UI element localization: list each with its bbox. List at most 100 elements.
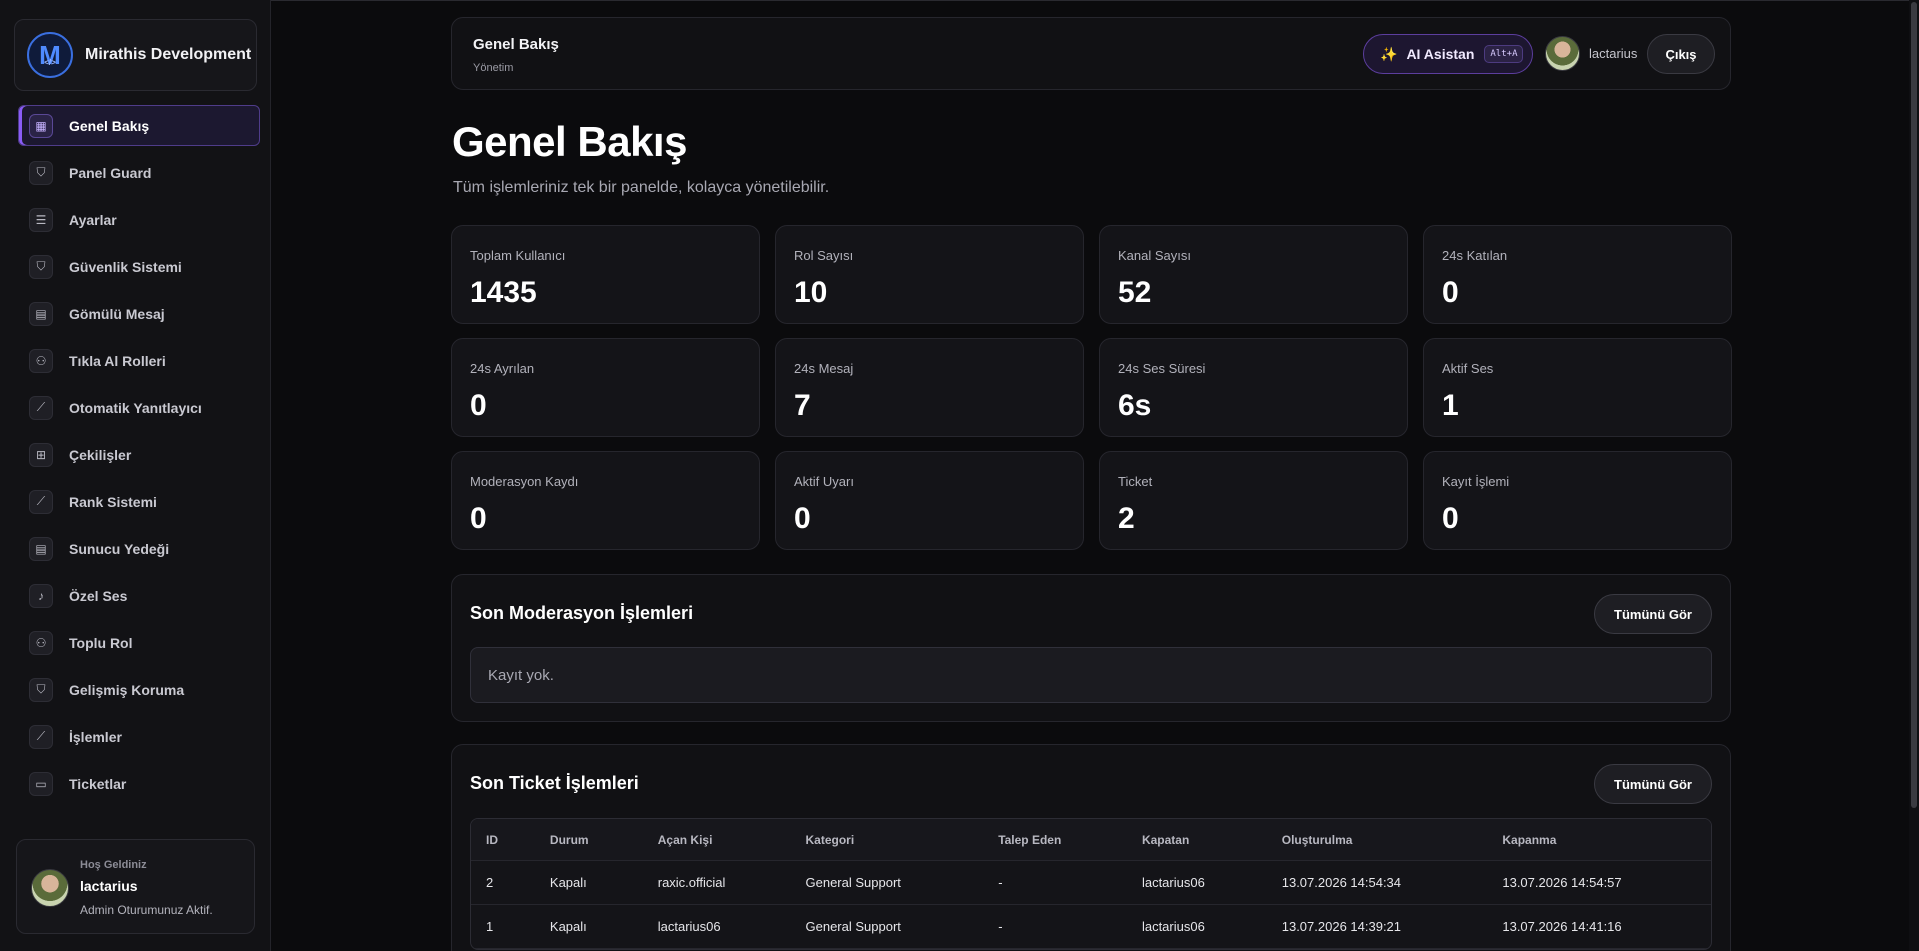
table-cell: 13.07.2026 14:41:16 (1502, 919, 1622, 934)
stat-label: Moderasyon Kaydı (470, 474, 579, 489)
brand-logo-code: </> (44, 58, 56, 67)
moderation-panel: Son Moderasyon İşlemleri Tümünü Gör Kayı… (451, 574, 1731, 722)
table-cell: - (998, 875, 1003, 890)
ai-assistant-label: AI Asistan (1406, 46, 1475, 62)
grid-icon: ▦ (29, 113, 53, 138)
sidebar-item-2[interactable]: ☰ Ayarlar (18, 199, 260, 240)
ai-shortcut-badge: Alt+A (1484, 45, 1524, 63)
table-cell: General Support (805, 919, 901, 934)
sidebar-item-14[interactable]: ▭ Ticketlar (18, 763, 260, 804)
tickets-panel: Son Ticket İşlemleri Tümünü Gör ID Durum A… (451, 744, 1731, 951)
table-header-row: ID Durum Açan Kişi Kategori Talep Eden Kapata… (471, 819, 1711, 861)
table-cell: General Support (805, 875, 901, 890)
ai-assistant-button[interactable]: ✨ AI Asistan Alt+A (1363, 34, 1533, 74)
document-icon: ▤ (29, 536, 53, 561)
welcome-greeting: Hoş Geldiniz (80, 859, 147, 871)
welcome-username: lactarius (80, 878, 138, 894)
stat-value: 0 (470, 502, 487, 535)
stat-value: 52 (1118, 276, 1152, 309)
page-title: Genel Bakış (452, 118, 687, 165)
welcome-card: Hoş Geldiniz lactarius Admin Oturumunuz … (16, 839, 255, 934)
page-description: Tüm işlemleriniz tek bir panelde, kolayc… (453, 179, 830, 196)
sidebar-item-13[interactable]: ⟋ İşlemler (18, 716, 260, 757)
table-cell: 2 (486, 875, 494, 890)
table-cell: Kapalı (549, 919, 587, 934)
sidebar-item-label: Panel Guard (69, 164, 152, 181)
shield-check-icon: ⛉ (29, 677, 53, 702)
stat-label: Kayıt İşlemi (1442, 474, 1510, 489)
table-cell: lactarius06 (1141, 919, 1205, 934)
sidebar-item-0[interactable]: ▦ Genel Bakış (18, 105, 260, 146)
stat-card: 24s Ses Süresi 6s (1099, 338, 1408, 437)
tickets-table: ID Durum Açan Kişi Kategori Talep Eden Kapata… (470, 818, 1712, 950)
logout-button[interactable]: Çıkış (1647, 34, 1715, 74)
table-header-cell[interactable]: ID (471, 833, 535, 847)
stat-value: 0 (794, 502, 811, 535)
avatar (31, 869, 69, 907)
table-header-cell[interactable]: Açan Kişi (643, 833, 791, 847)
stat-value: 10 (794, 276, 828, 309)
stat-card: 24s Katılan 0 (1423, 225, 1732, 324)
sidebar-item-4[interactable]: ▤ Gömülü Mesaj (18, 293, 260, 334)
table-cell: raxic.official (657, 875, 726, 890)
sidebar-item-12[interactable]: ⛉ Gelişmiş Koruma (18, 669, 260, 710)
sidebar-item-6[interactable]: ⟋ Otomatik Yanıtlayıcı (18, 387, 260, 428)
stat-label: Ticket (1118, 474, 1153, 489)
table-row[interactable]: 2 Kapalı raxic.official General Support - lac… (471, 861, 1711, 905)
brand-name: Mirathis Development (85, 46, 252, 63)
sidebar-item-5[interactable]: ⚇ Tıkla Al Rolleri (18, 340, 260, 381)
brand-card[interactable]: M </> Mirathis Development (14, 19, 257, 91)
top-header: Genel Bakış Yönetim ✨ AI Asistan Alt+A l… (451, 17, 1731, 90)
table-header-cell[interactable]: Kategori (791, 833, 984, 847)
chart-line-icon: ⟋ (29, 489, 53, 514)
user-avatar[interactable] (1545, 36, 1580, 71)
sidebar-item-1[interactable]: ⛉ Panel Guard (18, 152, 260, 193)
stat-value: 7 (794, 389, 811, 422)
stats-grid: Toplam Kullanıcı 1435 Rol Sayısı 10 Kanal Sa… (451, 225, 1732, 550)
gift-icon: ⊞ (29, 442, 53, 467)
sidebar-item-11[interactable]: ⚇ Toplu Rol (18, 622, 260, 663)
scrollbar-track[interactable] (1909, 0, 1919, 951)
table-header-cell[interactable]: Talep Eden (983, 833, 1127, 847)
sidebar-item-label: Rank Sistemi (69, 493, 157, 510)
table-header-cell[interactable]: Kapatan (1127, 833, 1267, 847)
stat-card: Kayıt İşlemi 0 (1423, 451, 1732, 550)
tickets-see-all-button[interactable]: Tümünü Gör (1594, 764, 1712, 804)
stat-card: 24s Mesaj 7 (775, 338, 1084, 437)
user-plus-icon: ⚇ (29, 630, 53, 655)
stat-value: 6s (1118, 389, 1152, 422)
table-header-cell[interactable]: Durum (535, 833, 643, 847)
table-header-cell[interactable]: Kapanma (1487, 833, 1711, 847)
sidebar-item-label: İşlemler (69, 728, 122, 745)
sidebar-item-3[interactable]: ⛉ Güvenlik Sistemi (18, 246, 260, 287)
stat-card: Aktif Ses 1 (1423, 338, 1732, 437)
stat-label: Aktif Uyarı (794, 474, 854, 489)
table-cell: lactarius06 (1141, 875, 1205, 890)
shield-icon: ⛉ (29, 160, 53, 185)
chart-line-icon: ⟋ (29, 395, 53, 420)
header-username: lactarius (1589, 46, 1638, 61)
moderation-see-all-button[interactable]: Tümünü Gör (1594, 594, 1712, 634)
table-cell: 13.07.2026 14:54:57 (1502, 875, 1622, 890)
sidebar-item-7[interactable]: ⊞ Çekilişler (18, 434, 260, 475)
stat-card: Rol Sayısı 10 (775, 225, 1084, 324)
scrollbar-thumb[interactable] (1911, 2, 1917, 808)
moderation-empty-state: Kayıt yok. (470, 647, 1712, 703)
sidebar-item-label: Sunucu Yedeği (69, 540, 170, 557)
ticket-icon: ▭ (29, 771, 53, 796)
stat-label: 24s Ses Süresi (1118, 361, 1206, 376)
stat-card: Toplam Kullanıcı 1435 (451, 225, 760, 324)
sidebar-item-10[interactable]: ♪ Özel Ses (18, 575, 260, 616)
sidebar-item-label: Toplu Rol (69, 634, 133, 651)
sidebar-item-label: Özel Ses (69, 587, 128, 604)
document-icon: ▤ (29, 301, 53, 326)
table-header-cell[interactable]: Oluşturulma (1267, 833, 1488, 847)
sidebar-item-9[interactable]: ▤ Sunucu Yedeği (18, 528, 260, 569)
stat-value: 2 (1118, 502, 1135, 535)
table-row[interactable]: 1 Kapalı lactarius06 General Support - lactar… (471, 905, 1711, 949)
stat-label: 24s Ayrılan (470, 361, 535, 376)
stat-value: 0 (1442, 502, 1459, 535)
sidebar-item-8[interactable]: ⟋ Rank Sistemi (18, 481, 260, 522)
sidebar-item-label: Gömülü Mesaj (69, 305, 165, 322)
brand-logo: M </> (27, 32, 73, 78)
